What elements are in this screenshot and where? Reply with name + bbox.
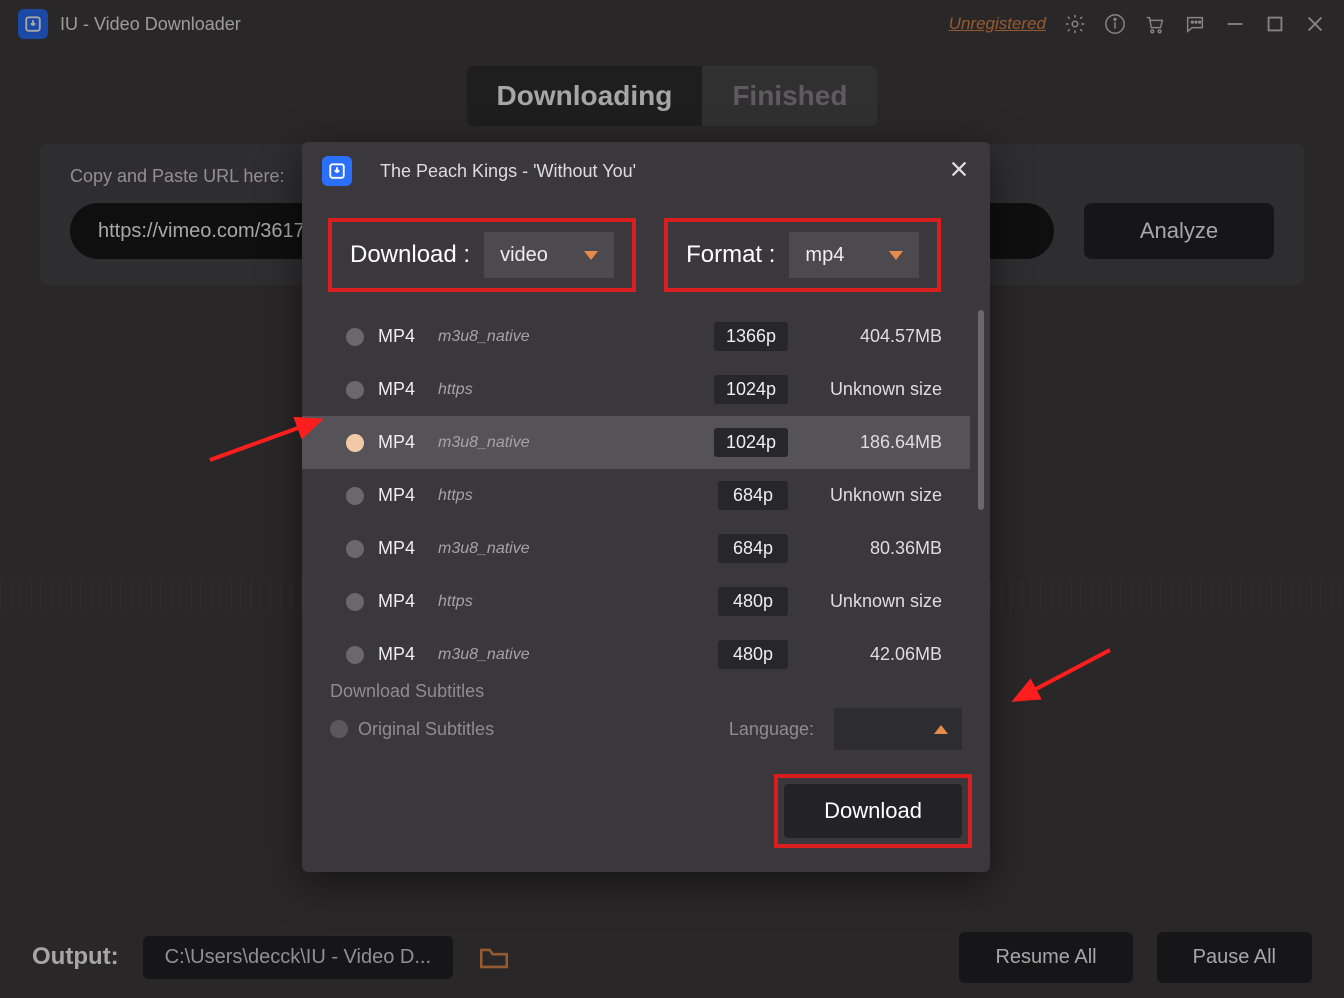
format-radio[interactable]	[346, 593, 364, 611]
download-button-highlight: Download	[774, 774, 972, 848]
format-resolution: 1366p	[714, 322, 788, 351]
format-source: m3u8_native	[438, 540, 704, 558]
format-radio[interactable]	[346, 434, 364, 452]
format-select[interactable]: mp4	[789, 232, 919, 278]
original-subtitles-radio[interactable]	[330, 720, 348, 738]
scrollbar[interactable]	[978, 310, 984, 510]
format-name: MP4	[378, 379, 424, 400]
format-size: Unknown size	[802, 485, 942, 506]
format-label: Format :	[686, 241, 775, 269]
format-source: m3u8_native	[438, 434, 700, 452]
original-subtitles-label: Original Subtitles	[358, 719, 719, 740]
format-radio[interactable]	[346, 381, 364, 399]
app-title: IU - Video Downloader	[60, 14, 241, 35]
format-row[interactable]: MP4 m3u8_native 1366p 404.57MB	[302, 310, 970, 363]
format-size: 42.06MB	[802, 644, 942, 665]
format-size: 186.64MB	[802, 432, 942, 453]
download-options-modal: The Peach Kings - 'Without You' Download…	[302, 142, 990, 872]
format-radio[interactable]	[346, 646, 364, 664]
format-resolution: 480p	[718, 587, 788, 616]
format-size: Unknown size	[802, 591, 942, 612]
format-source: m3u8_native	[438, 646, 704, 664]
format-name: MP4	[378, 591, 424, 612]
maximize-icon[interactable]	[1264, 13, 1286, 35]
output-label: Output:	[32, 943, 119, 971]
format-row[interactable]: MP4 m3u8_native 684p 80.36MB	[302, 522, 970, 575]
format-name: MP4	[378, 485, 424, 506]
format-resolution: 1024p	[714, 375, 788, 404]
modal-title: The Peach Kings - 'Without You'	[380, 161, 636, 182]
language-label: Language:	[729, 719, 814, 740]
format-size: 80.36MB	[802, 538, 942, 559]
modal-close-button[interactable]	[948, 158, 970, 185]
chat-icon[interactable]	[1184, 13, 1206, 35]
format-radio[interactable]	[346, 540, 364, 558]
close-icon[interactable]	[1304, 13, 1326, 35]
unregistered-link[interactable]: Unregistered	[949, 14, 1046, 34]
chevron-down-icon	[889, 251, 903, 260]
format-row[interactable]: MP4 https 1024p Unknown size	[302, 363, 970, 416]
tabs-bar: Downloading Finished	[0, 48, 1344, 134]
format-row[interactable]: MP4 https 684p Unknown size	[302, 469, 970, 522]
format-value: mp4	[805, 244, 844, 267]
format-source: m3u8_native	[438, 328, 700, 346]
tab-finished[interactable]: Finished	[702, 66, 877, 126]
pause-all-button[interactable]: Pause All	[1157, 932, 1312, 983]
format-size: 404.57MB	[802, 326, 942, 347]
format-name: MP4	[378, 538, 424, 559]
minimize-icon[interactable]	[1224, 13, 1246, 35]
download-type-select[interactable]: video	[484, 232, 614, 278]
format-radio[interactable]	[346, 487, 364, 505]
format-row[interactable]: MP4 m3u8_native 1024p 186.64MB	[302, 416, 970, 469]
format-resolution: 684p	[718, 534, 788, 563]
download-type-label: Download :	[350, 241, 470, 269]
chevron-up-icon	[934, 725, 948, 734]
format-row[interactable]: MP4 https 480p Unknown size	[302, 575, 970, 628]
download-button[interactable]: Download	[784, 784, 962, 838]
format-group: Format : mp4	[664, 218, 941, 292]
format-name: MP4	[378, 432, 424, 453]
format-resolution: 480p	[718, 640, 788, 669]
info-icon[interactable]	[1104, 13, 1126, 35]
subtitles-title: Download Subtitles	[330, 681, 962, 702]
titlebar: IU - Video Downloader Unregistered	[0, 0, 1344, 48]
format-row[interactable]: MP4 m3u8_native 480p 42.06MB	[302, 628, 970, 681]
resume-all-button[interactable]: Resume All	[959, 932, 1132, 983]
modal-app-icon	[322, 156, 352, 186]
format-list: MP4 m3u8_native 1366p 404.57MB MP4 https 1024p…	[302, 310, 970, 681]
format-source: https	[438, 381, 700, 399]
format-name: MP4	[378, 644, 424, 665]
language-select[interactable]	[834, 708, 962, 750]
chevron-down-icon	[584, 251, 598, 260]
tab-downloading[interactable]: Downloading	[467, 66, 703, 126]
format-radio[interactable]	[346, 328, 364, 346]
format-source: https	[438, 593, 704, 611]
format-resolution: 684p	[718, 481, 788, 510]
format-resolution: 1024p	[714, 428, 788, 457]
folder-icon[interactable]	[477, 940, 511, 974]
format-source: https	[438, 487, 704, 505]
analyze-button[interactable]: Analyze	[1084, 203, 1274, 259]
format-size: Unknown size	[802, 379, 942, 400]
gear-icon[interactable]	[1064, 13, 1086, 35]
cart-icon[interactable]	[1144, 13, 1166, 35]
format-name: MP4	[378, 326, 424, 347]
output-path[interactable]: C:\Users\decck\IU - Video D...	[143, 936, 453, 979]
download-type-value: video	[500, 244, 548, 267]
app-icon	[18, 9, 48, 39]
bottom-bar: Output: C:\Users\decck\IU - Video D... R…	[0, 916, 1344, 998]
download-type-group: Download : video	[328, 218, 636, 292]
